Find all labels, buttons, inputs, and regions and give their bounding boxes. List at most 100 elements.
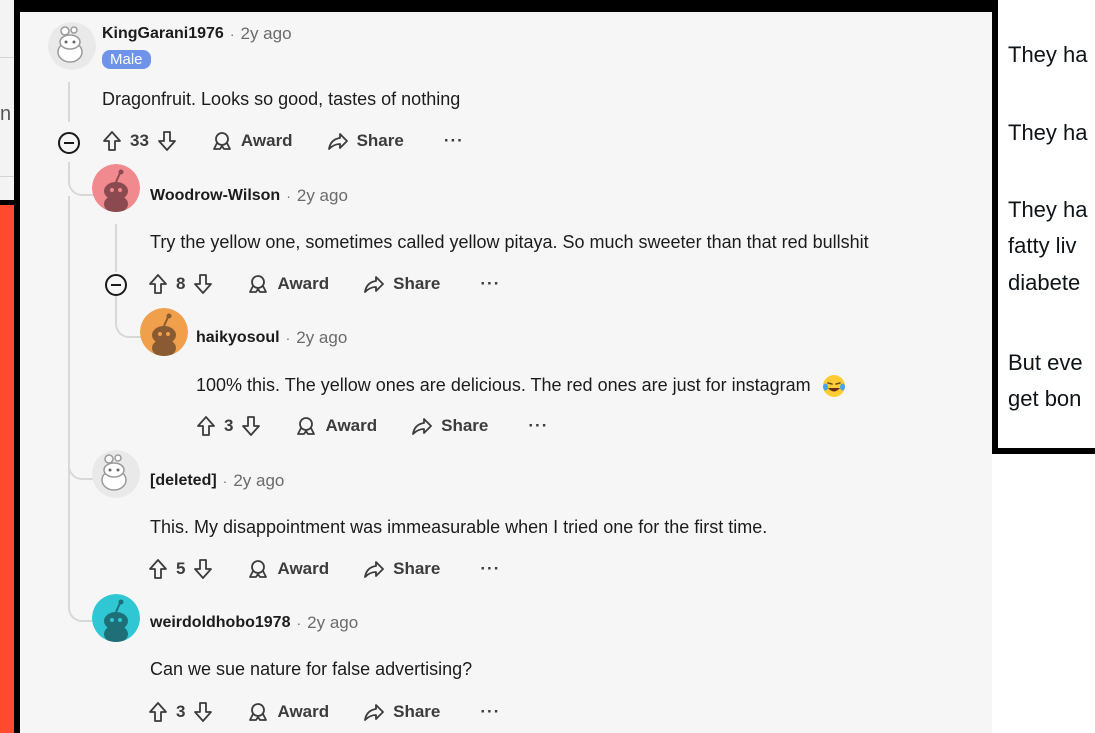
- avatar[interactable]: [92, 164, 140, 212]
- tweet-text-line: fatty liv: [1008, 233, 1077, 258]
- vote-controls: 3: [148, 701, 213, 723]
- username[interactable]: Woodrow-Wilson: [150, 187, 280, 205]
- award-button[interactable]: Award: [247, 558, 329, 580]
- comment-body: 100% this. The yellow ones are delicious…: [196, 374, 846, 398]
- username[interactable]: weirdoldhobo1978: [150, 614, 290, 632]
- award-icon: [249, 703, 268, 721]
- comment-thread: KingGarani1976 · 2y ago Male Dragonfruit…: [14, 6, 992, 733]
- tweet-text-line: They ha: [1008, 42, 1088, 67]
- collapse-thread-icon[interactable]: [105, 274, 127, 296]
- timestamp[interactable]: 2y ago: [307, 613, 358, 633]
- thread-branch: [68, 162, 94, 196]
- avatar[interactable]: [48, 22, 96, 70]
- avatar[interactable]: [92, 594, 140, 642]
- share-button[interactable]: Share: [327, 130, 404, 152]
- award-label: Award: [277, 559, 330, 578]
- share-button[interactable]: Share: [363, 273, 440, 295]
- tweet-text-line: get bon: [1008, 386, 1082, 411]
- cropped-text-fragment: n: [0, 103, 12, 125]
- award-button[interactable]: Award: [211, 130, 293, 152]
- award-label: Award: [277, 702, 330, 721]
- share-label: Share: [356, 131, 404, 150]
- collapse-thread-icon[interactable]: [58, 132, 80, 154]
- timestamp[interactable]: 2y ago: [233, 471, 284, 491]
- comment-body-text: 100% this. The yellow ones are delicious…: [196, 374, 811, 395]
- share-label: Share: [393, 274, 441, 293]
- more-options-icon[interactable]: ···: [444, 131, 464, 151]
- share-label: Share: [441, 416, 489, 435]
- vote-controls: 8: [148, 273, 213, 295]
- timestamp[interactable]: 2y ago: [241, 24, 292, 44]
- thread-branch: [68, 568, 94, 622]
- thread-line: [68, 82, 70, 122]
- upvote-icon[interactable]: [196, 415, 216, 437]
- downvote-icon[interactable]: [193, 273, 213, 295]
- award-label: Award: [277, 274, 330, 293]
- tweet-text-line: diabete: [1008, 270, 1081, 295]
- thread-branch: [68, 452, 94, 480]
- comment-body: Can we sue nature for false advertising?: [150, 659, 473, 679]
- vote-count: 3: [224, 416, 234, 435]
- downvote-icon[interactable]: [193, 701, 213, 723]
- separator: ·: [296, 615, 302, 631]
- snoo-avatar-icon: [92, 164, 140, 212]
- vote-controls: 5: [148, 558, 213, 580]
- comment-actions: 8 Award Share ···: [148, 273, 500, 295]
- award-button[interactable]: Award: [295, 415, 377, 437]
- share-icon: [364, 704, 385, 721]
- upvote-icon[interactable]: [148, 701, 168, 723]
- upvote-icon[interactable]: [148, 273, 168, 295]
- separator: ·: [286, 188, 291, 204]
- vote-count: 8: [176, 274, 186, 293]
- share-icon: [364, 561, 385, 578]
- username[interactable]: haikyosoul: [196, 329, 280, 347]
- tweet-panel: They ha They ha They ha fatty liv diabet…: [992, 0, 1095, 454]
- share-button[interactable]: Share: [363, 558, 440, 580]
- share-icon: [364, 276, 385, 293]
- separator: ·: [229, 26, 235, 42]
- timestamp[interactable]: 2y ago: [296, 328, 347, 348]
- award-icon: [249, 560, 268, 578]
- vote-controls: 3: [196, 415, 261, 437]
- award-button[interactable]: Award: [247, 701, 329, 723]
- comment-header: KingGarani1976 · 2y ago: [102, 24, 292, 44]
- user-flair: Male: [102, 50, 151, 69]
- tweet-text-line: They ha: [1008, 197, 1088, 222]
- share-button[interactable]: Share: [411, 415, 488, 437]
- vote-controls: 33: [102, 130, 177, 152]
- username[interactable]: [deleted]: [150, 472, 217, 490]
- more-options-icon[interactable]: ···: [480, 274, 500, 294]
- comment-body: Try the yellow one, sometimes called yel…: [150, 232, 869, 252]
- timestamp[interactable]: 2y ago: [297, 186, 348, 206]
- downvote-icon[interactable]: [241, 415, 261, 437]
- downvote-icon[interactable]: [157, 130, 177, 152]
- award-icon: [297, 417, 316, 435]
- username[interactable]: KingGarani1976: [102, 25, 224, 43]
- upvote-icon[interactable]: [102, 130, 122, 152]
- vote-count: 5: [176, 559, 186, 578]
- laughing-crying-emoji-icon: [822, 375, 845, 397]
- upvote-icon[interactable]: [148, 558, 168, 580]
- thread-line: [68, 196, 70, 596]
- tweet-text-line: But eve: [1008, 350, 1083, 375]
- share-button[interactable]: Share: [363, 701, 440, 723]
- share-label: Share: [393, 702, 441, 721]
- award-icon: [249, 275, 268, 293]
- separator: ·: [222, 473, 228, 489]
- avatar[interactable]: [92, 450, 140, 498]
- thread-line: [115, 224, 117, 272]
- comment-header: Woodrow-Wilson · 2y ago: [150, 186, 348, 206]
- comment-actions: 3 Award Share ···: [148, 701, 500, 723]
- more-options-icon[interactable]: ···: [528, 416, 548, 436]
- comment-actions: 5 Award Share ···: [148, 558, 500, 580]
- background-red-strip: [0, 205, 14, 733]
- comment-actions: 3 Award Share ···: [196, 415, 548, 437]
- award-button[interactable]: Award: [247, 273, 329, 295]
- more-options-icon[interactable]: ···: [480, 559, 500, 579]
- more-options-icon[interactable]: ···: [480, 702, 500, 722]
- vote-count: 33: [130, 131, 149, 150]
- downvote-icon[interactable]: [193, 558, 213, 580]
- snoo-avatar-icon: [140, 308, 188, 356]
- avatar[interactable]: [140, 308, 188, 356]
- vote-count: 3: [176, 702, 186, 721]
